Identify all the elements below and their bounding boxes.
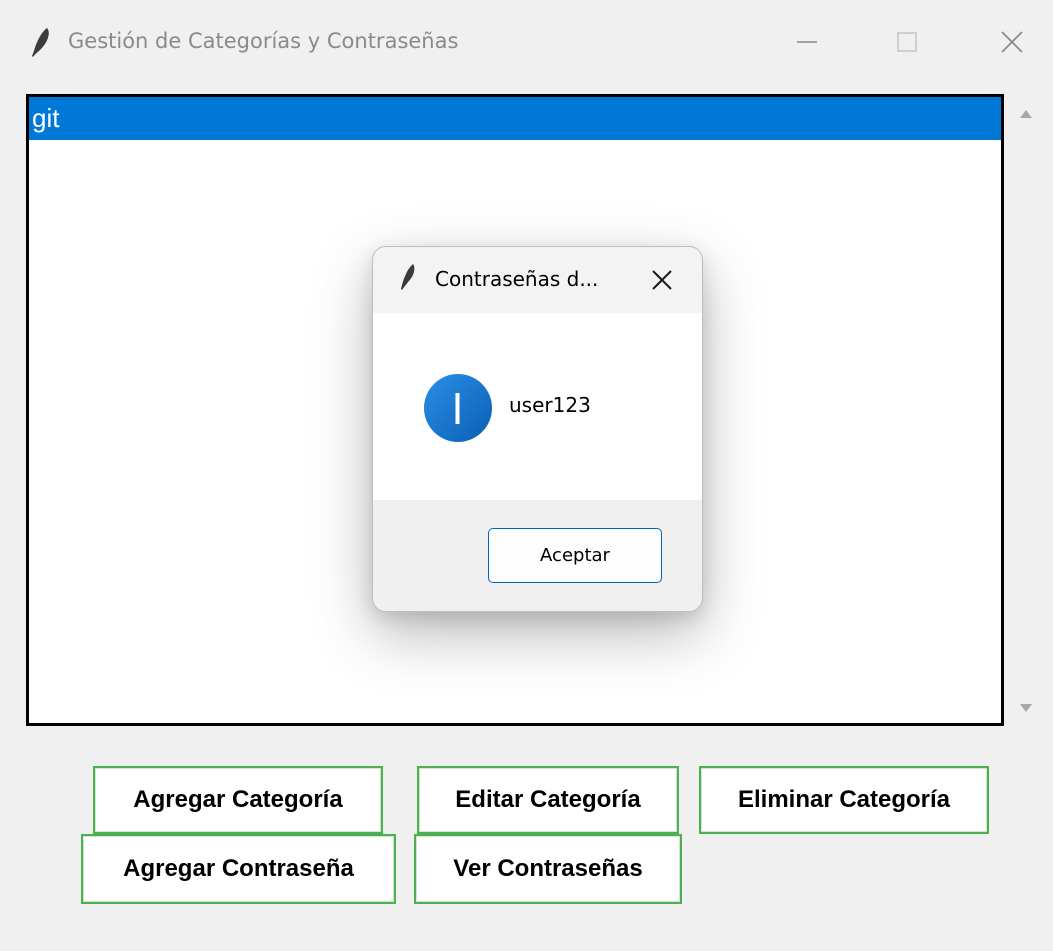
view-passwords-button[interactable]: Ver Contraseñas bbox=[414, 834, 682, 904]
minimize-icon[interactable] bbox=[785, 22, 829, 62]
close-icon[interactable] bbox=[649, 267, 675, 293]
dialog-body: user123 bbox=[373, 313, 702, 500]
window-title: Gestión de Categorías y Contraseñas bbox=[68, 29, 459, 53]
add-category-button[interactable]: Agregar Categoría bbox=[93, 766, 383, 834]
dialog-message: user123 bbox=[509, 393, 591, 417]
info-icon bbox=[424, 374, 492, 442]
password-dialog: Contraseñas d... user123 Aceptar bbox=[372, 246, 703, 612]
dialog-footer: Aceptar bbox=[373, 500, 702, 611]
title-bar: Gestión de Categorías y Contraseñas bbox=[0, 0, 1053, 88]
delete-category-button[interactable]: Eliminar Categoría bbox=[699, 766, 989, 834]
feather-icon bbox=[401, 264, 415, 290]
close-icon[interactable] bbox=[990, 22, 1034, 62]
list-item[interactable]: git bbox=[29, 97, 1001, 140]
scroll-down-icon[interactable] bbox=[1016, 700, 1036, 716]
dialog-title: Contraseñas d... bbox=[435, 267, 599, 291]
maximize-icon[interactable] bbox=[885, 22, 929, 62]
scroll-up-icon[interactable] bbox=[1016, 106, 1036, 122]
list-item-label: git bbox=[32, 103, 60, 133]
add-password-button[interactable]: Agregar Contraseña bbox=[81, 834, 396, 904]
feather-icon bbox=[32, 28, 49, 57]
accept-button[interactable]: Aceptar bbox=[488, 528, 662, 583]
dialog-title-bar: Contraseñas d... bbox=[373, 247, 702, 313]
edit-category-button[interactable]: Editar Categoría bbox=[417, 766, 679, 834]
